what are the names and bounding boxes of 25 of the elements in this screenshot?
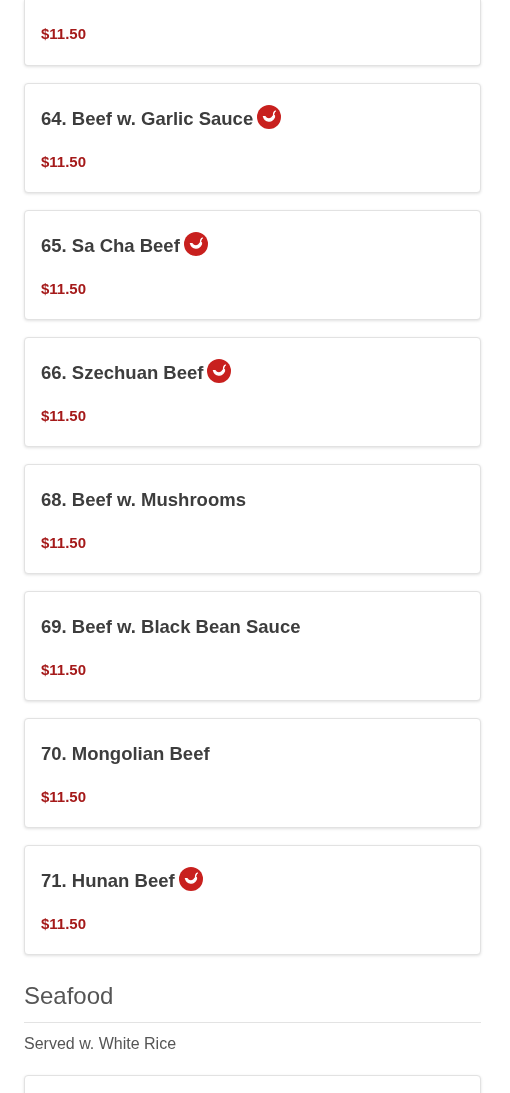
item-price: $11.50 xyxy=(41,406,88,426)
item-name: 71. Hunan Beef xyxy=(41,870,175,892)
item-price: $11.50 xyxy=(41,660,88,680)
menu-item-card[interactable]: 70. Mongolian Beef $11.50 xyxy=(24,718,481,828)
item-name: 65. Sa Cha Beef xyxy=(41,235,180,257)
item-price: $11.50 xyxy=(41,914,88,934)
menu-item-card[interactable]: $11.50 xyxy=(24,0,481,66)
menu-item-card[interactable]: 68. Beef w. Mushrooms $11.50 xyxy=(24,464,481,574)
menu-item-card[interactable]: 69. Beef w. Black Bean Sauce $11.50 xyxy=(24,591,481,701)
item-name: 64. Beef w. Garlic Sauce xyxy=(41,108,254,130)
item-name: 68. Beef w. Mushrooms xyxy=(41,489,246,511)
menu-item-card[interactable]: 71. Hunan Beef $11.50 xyxy=(24,845,481,955)
menu-item-card[interactable]: 66. Szechuan Beef $11.50 xyxy=(24,337,481,447)
section-heading: Seafood xyxy=(24,981,115,1011)
item-price: $11.50 xyxy=(41,787,88,807)
item-price: $11.50 xyxy=(41,533,88,553)
item-price: $11.50 xyxy=(41,279,88,299)
section-note: Served w. White Rice xyxy=(24,1034,178,1054)
item-price: $11.50 xyxy=(41,24,88,44)
menu-item-card[interactable]: 65. Sa Cha Beef $11.50 xyxy=(24,210,481,320)
menu-item-card[interactable]: 64. Beef w. Garlic Sauce $11.50 xyxy=(24,83,481,193)
item-name: 66. Szechuan Beef xyxy=(41,362,204,384)
item-name: 70. Mongolian Beef xyxy=(41,743,210,765)
item-name: 69. Beef w. Black Bean Sauce xyxy=(41,616,301,638)
item-price: $11.50 xyxy=(41,152,88,172)
